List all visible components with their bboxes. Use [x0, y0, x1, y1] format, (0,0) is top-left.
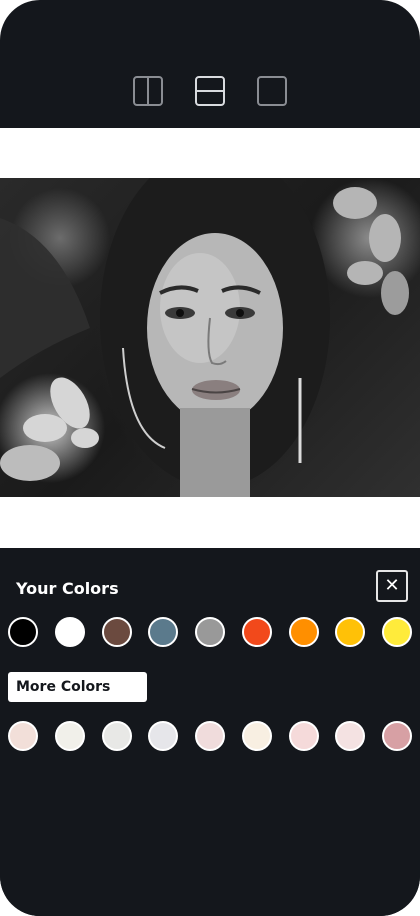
your-color-swatch[interactable]: [288, 617, 319, 647]
more-color-swatch[interactable]: [288, 721, 319, 751]
single-frame-icon[interactable]: [257, 76, 287, 106]
your-color-swatch[interactable]: [101, 617, 132, 647]
split-vertical-icon[interactable]: [133, 76, 163, 106]
app-screen: Your Colors ✕ More Colors: [0, 0, 420, 916]
split-horizontal-icon[interactable]: [195, 76, 225, 106]
more-color-swatch[interactable]: [241, 721, 272, 751]
your-colors-title: Your Colors: [16, 579, 119, 598]
your-color-swatch[interactable]: [8, 617, 38, 647]
your-color-swatch[interactable]: [148, 617, 179, 647]
more-color-swatch[interactable]: [8, 721, 38, 751]
split-horizontal-divider: [197, 90, 223, 92]
your-color-swatch[interactable]: [335, 617, 366, 647]
portrait-illustration: [0, 178, 409, 497]
color-palette-panel: Your Colors ✕ More Colors: [0, 548, 420, 916]
more-color-swatch[interactable]: [335, 721, 366, 751]
your-color-swatch[interactable]: [241, 617, 272, 647]
layout-toolbar: [0, 76, 420, 108]
more-color-swatch[interactable]: [54, 721, 85, 751]
more-colors-row: [8, 721, 412, 753]
split-vertical-divider: [147, 78, 149, 104]
more-color-swatch[interactable]: [195, 721, 225, 751]
more-color-swatch[interactable]: [101, 721, 132, 751]
close-icon[interactable]: ✕: [376, 570, 408, 602]
portrait-photo[interactable]: [0, 178, 420, 497]
your-colors-row: [8, 617, 412, 649]
more-color-swatch[interactable]: [382, 721, 412, 751]
collage-canvas[interactable]: [0, 128, 420, 548]
more-colors-label: More Colors: [8, 672, 147, 702]
your-color-swatch[interactable]: [195, 617, 225, 647]
more-color-swatch[interactable]: [148, 721, 179, 751]
your-color-swatch[interactable]: [54, 617, 85, 647]
your-color-swatch[interactable]: [382, 617, 412, 647]
